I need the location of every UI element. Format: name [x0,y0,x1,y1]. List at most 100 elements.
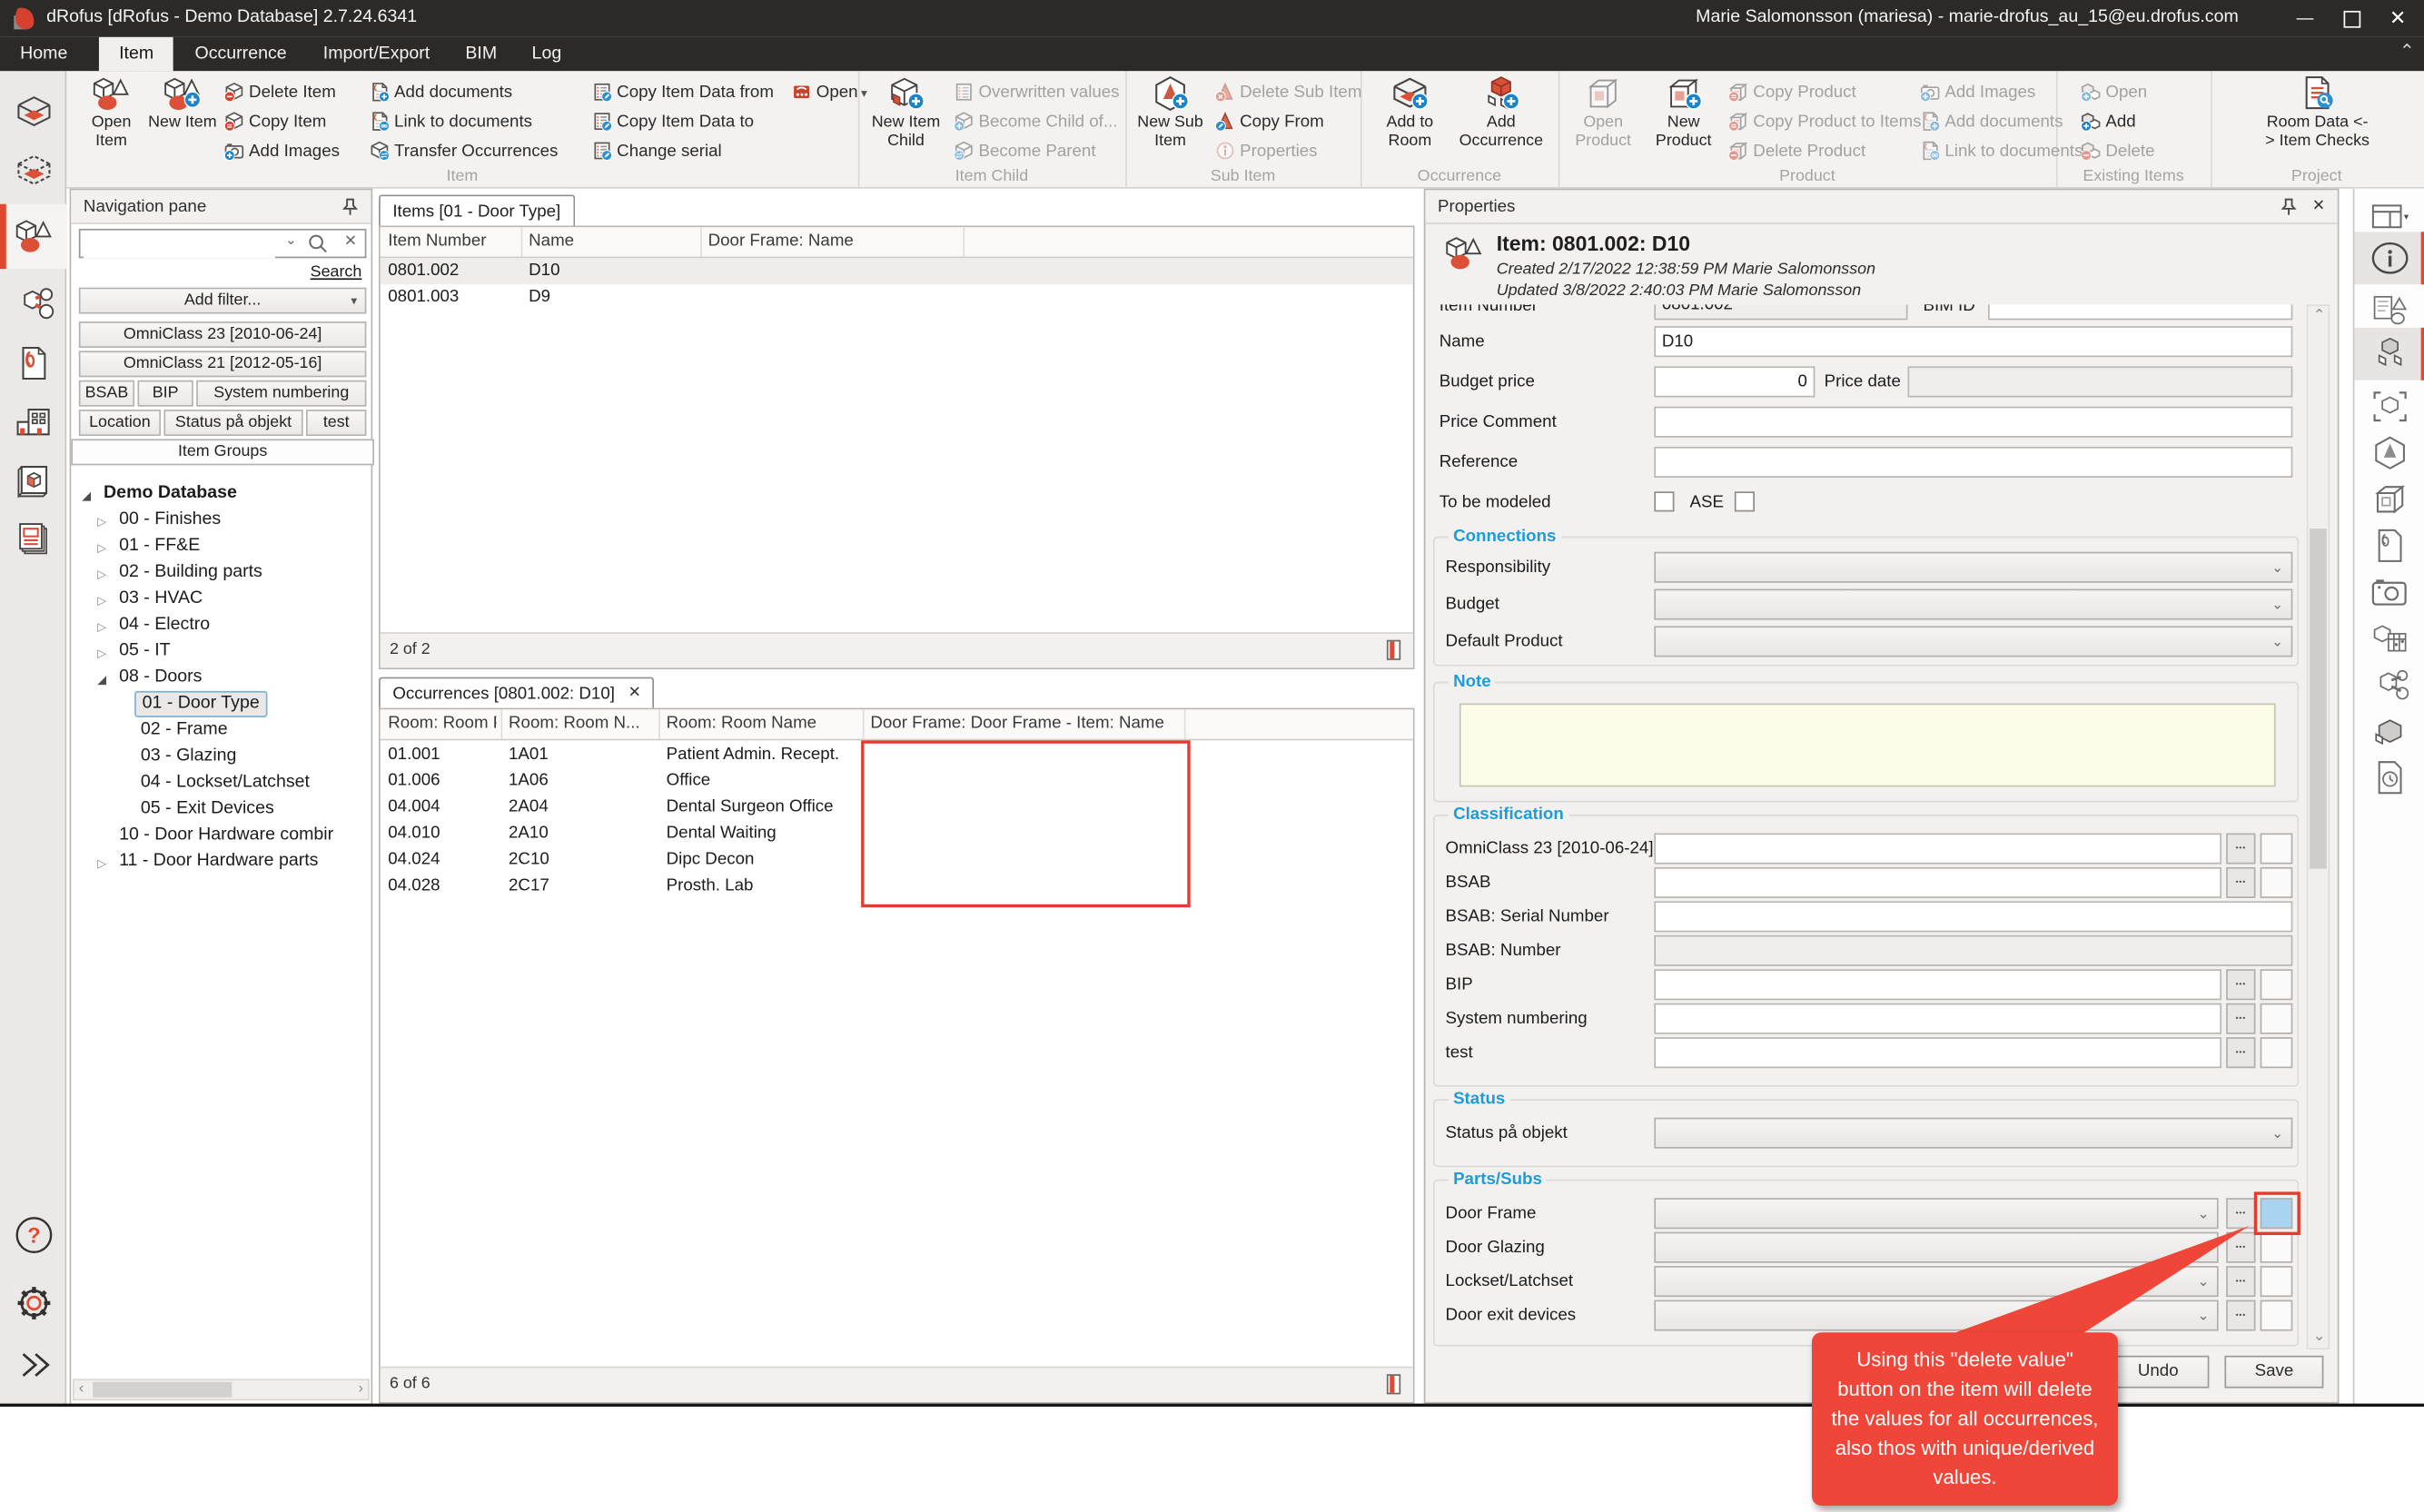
existing-open-button[interactable]: Open [2081,81,2147,110]
bip-more-button[interactable]: ••• [2226,969,2255,1000]
scroll-down-icon[interactable]: ⌄ [2312,1328,2325,1346]
history-log-tab-icon[interactable] [2354,755,2424,801]
sidebar-documents-icon[interactable] [0,334,66,393]
add-images-button[interactable]: Add Images [224,139,340,168]
add-filter-dropdown[interactable]: Add filter...▾ [79,288,367,314]
column-header[interactable]: Door Frame: Name [708,227,854,256]
delete-item-button[interactable]: Delete Item [224,81,336,110]
sidebar-room-templates-icon[interactable] [0,143,66,202]
table-row[interactable]: 0801.003 D9 [381,284,1413,311]
copy-from-button[interactable]: Copy From [1215,110,1324,139]
copy-product-button[interactable]: Copy Product [1728,81,1856,110]
minimize-button[interactable]: — [2281,0,2328,37]
column-header[interactable]: Item Number [388,227,486,256]
documents-tab-icon[interactable] [2354,522,2424,568]
bim-object-tab-icon[interactable] [2354,383,2424,430]
to-be-modeled-checkbox[interactable] [1654,491,1674,511]
expander-icon[interactable]: ▷ [97,509,106,535]
new-product-button[interactable]: New Product [1645,74,1722,167]
tab-item[interactable]: Item [99,37,173,71]
info-tab-icon[interactable] [2354,232,2424,284]
bim-id-field[interactable] [1988,304,2292,320]
search-link[interactable]: Search [311,262,362,281]
filter-bsab-button[interactable]: BSAB [79,380,134,407]
bip-clear-button[interactable] [2261,969,2293,1000]
room-data-item-checks-button[interactable]: Room Data <-> Item Checks [2251,74,2383,167]
products-tab-icon[interactable] [2354,476,2424,522]
tab-log[interactable]: Log [511,37,581,71]
column-header[interactable]: Room: Room N... [509,709,654,738]
tree-node[interactable]: ▷00 - Finishes [71,507,221,533]
omniclass23-more-button[interactable]: ••• [2226,833,2255,864]
existing-delete-button[interactable]: Delete [2081,139,2154,168]
copy-product-to-items-button[interactable]: Copy Product to Items [1728,110,1921,139]
filter-test-button[interactable]: test [306,410,366,436]
status-pa-objekt-dropdown[interactable]: ⌄ [1654,1118,2292,1149]
scroll-thumb[interactable] [2310,529,2327,868]
delete-sub-item-button[interactable]: Delete Sub Item [1215,81,1361,110]
bsab-serial-number-field[interactable] [1654,901,2292,932]
sub-item-properties-button[interactable]: Properties [1215,139,1318,168]
filter-location-button[interactable]: Location [79,410,161,436]
maximize-button[interactable] [2329,0,2375,37]
add-occurrence-button[interactable]: Add Occurrence [1453,74,1549,167]
link-documents-button[interactable]: Link to documents [370,110,532,139]
budget-price-field[interactable] [1654,366,1815,397]
note-textarea[interactable] [1459,704,2276,787]
tab-bim[interactable]: BIM [445,37,517,71]
sidebar-product-catalog-icon[interactable] [0,451,66,510]
delete-product-button[interactable]: Delete Product [1728,139,1865,168]
name-field[interactable] [1654,326,2292,357]
expander-icon[interactable]: ◢ [97,667,106,693]
table-row[interactable]: 0801.002 D10 [381,258,1413,284]
collapse-ribbon-icon[interactable]: ⌃ [2399,40,2415,62]
transfer-occurrences-button[interactable]: Transfer Occurrences [370,139,559,168]
product-add-images-button[interactable]: Add Images [1920,81,2035,110]
scroll-up-icon[interactable]: ⌃ [2312,308,2325,326]
expand-sidebar-icon[interactable] [0,1336,66,1395]
filter-bip-button[interactable]: BIP [137,380,193,407]
sidebar-reports-icon[interactable] [0,510,66,569]
pin-icon[interactable] [2281,198,2298,216]
tree-node[interactable]: 05 - Exit Devices [71,796,273,823]
expander-icon[interactable]: ▷ [97,535,106,561]
scroll-left-icon[interactable]: ‹ [79,1380,84,1398]
sub-items-tab-icon[interactable] [2354,430,2424,476]
search-input[interactable] [84,232,275,258]
items-tab[interactable]: Items [01 - Door Type] [379,194,575,227]
product-matrix-tab-icon[interactable] [2354,615,2424,661]
report-book-icon[interactable] [1387,1374,1400,1394]
pin-icon[interactable] [341,198,359,216]
nav-horizontal-scrollbar[interactable]: ‹ › [73,1379,370,1400]
default-product-dropdown[interactable]: ⌄ [1654,626,2292,657]
occurrences-tab-icon[interactable] [2354,328,2424,380]
search-history-caret-icon[interactable]: ⌄ [285,232,297,249]
save-button[interactable]: Save [2224,1356,2323,1388]
copy-item-button[interactable]: Copy Item [224,110,327,139]
tree-node[interactable]: ▷05 - IT [71,638,170,665]
tab-import-export[interactable]: Import/Export [303,37,450,71]
bsab-clear-button[interactable] [2261,867,2293,898]
system-numbering-field[interactable] [1654,1003,2221,1034]
expander-icon[interactable]: ▷ [97,588,106,614]
column-header[interactable]: Name [529,227,574,256]
add-documents-button[interactable]: Add documents [370,81,512,110]
sidebar-items-icon[interactable] [0,204,66,269]
bsab-field[interactable] [1654,867,2221,898]
system-numbering-clear-button[interactable] [2261,1003,2293,1034]
tree-node[interactable]: 10 - Door Hardware combir [71,823,333,849]
open-product-button[interactable]: Open Product [1565,74,1642,167]
tree-node[interactable]: ▷02 - Building parts [71,559,262,586]
parent-child-tab-icon[interactable] [2354,708,2424,755]
tree-node-root[interactable]: ◢Demo Database [71,480,237,507]
copy-item-data-from-button[interactable]: Copy Item Data from [592,81,774,110]
filter-omniclass23-button[interactable]: OmniClass 23 [2010-06-24] [79,321,367,348]
undo-button[interactable]: Undo [2107,1356,2209,1388]
copy-item-data-to-button[interactable]: Copy Item Data to [592,110,754,139]
close-panel-icon[interactable]: ✕ [2312,190,2325,223]
expander-icon[interactable]: ▷ [97,561,106,588]
expander-icon[interactable]: ▷ [97,614,106,640]
test-field[interactable] [1654,1037,2221,1068]
open-web-button[interactable]: Open▾ [792,81,867,110]
occurrences-tab[interactable]: Occurrences [0801.002: D10]✕ [379,677,653,710]
